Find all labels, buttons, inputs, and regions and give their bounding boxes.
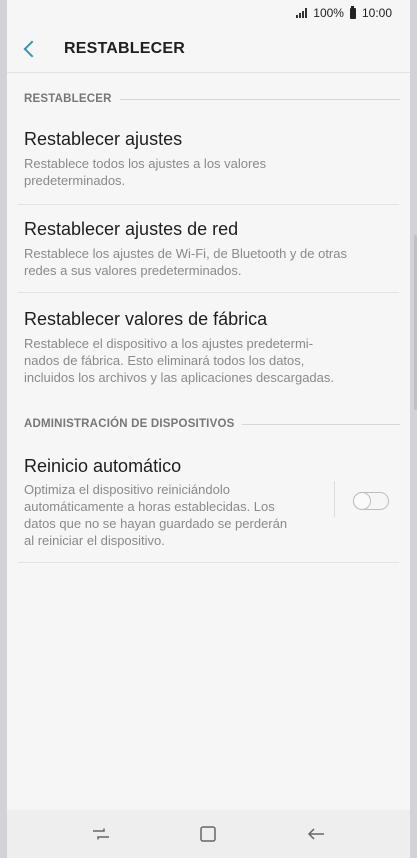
device-edge-left — [0, 0, 7, 858]
desc-line: nados de fábrica. Esto eliminará todos l… — [24, 353, 305, 368]
clock: 10:00 — [361, 6, 392, 20]
navigation-bar — [7, 810, 410, 858]
desc-line: automáticamente a horas establecidas. Lo… — [24, 499, 275, 514]
divider — [18, 204, 399, 205]
item-description: Restablece todos los ajustes a los valor… — [24, 155, 388, 189]
auto-restart-toggle[interactable] — [352, 491, 389, 510]
app-bar: RESTABLECER — [7, 26, 410, 72]
desc-line: Restablece el dispositivo a los ajustes … — [24, 336, 314, 351]
item-title: Restablecer ajustes de red — [24, 219, 239, 239]
signal-icon — [296, 8, 308, 18]
item-title: Restablecer valores de fábrica — [24, 309, 268, 329]
page-title: RESTABLECER — [64, 40, 186, 57]
battery-icon — [349, 5, 356, 19]
desc-line: predeterminados. — [24, 173, 126, 188]
section-header-reset: RESTABLECER — [24, 89, 400, 109]
section-header-line — [242, 423, 400, 425]
item-description: Restablece los ajustes de Wi-Fi, de Blue… — [24, 245, 388, 279]
divider — [18, 562, 399, 563]
reset-network-settings-item[interactable]: Restablecer ajustes de red Restablece lo… — [24, 218, 388, 279]
screen: 100% 10:00 RESTABLECER RESTABLECER Resta… — [7, 0, 410, 858]
factory-reset-item[interactable]: Restablecer valores de fábrica Restablec… — [24, 308, 388, 386]
section-header-label: RESTABLECER — [24, 93, 112, 105]
auto-restart-item[interactable]: Reinicio automático Optimiza el disposit… — [24, 455, 320, 549]
toggle-separator — [334, 481, 335, 517]
desc-line: al reiniciar el dispositivo. — [24, 533, 165, 548]
status-bar: 100% 10:00 — [7, 0, 410, 26]
toggle-knob — [352, 491, 371, 510]
home-icon[interactable] — [188, 819, 228, 849]
desc-line: redes a sus valores predeterminados. — [24, 263, 242, 278]
desc-line: incluidos los archivos y las aplicacione… — [24, 370, 334, 385]
section-header-label: ADMINISTRACIÓN DE DISPOSITIVOS — [24, 418, 235, 430]
desc-line: datos que no se hayan guardado se perder… — [24, 516, 288, 531]
item-title: Restablecer ajustes — [24, 129, 183, 149]
reset-settings-item[interactable]: Restablecer ajustes Restablece todos los… — [24, 128, 388, 189]
chevron-left-icon[interactable] — [23, 40, 41, 58]
back-arrow-icon[interactable] — [296, 819, 336, 849]
item-description: Optimiza el dispositivo reiniciándolo au… — [24, 481, 320, 549]
item-description: Restablece el dispositivo a los ajustes … — [24, 335, 388, 386]
section-header-line — [119, 98, 400, 100]
desc-line: Restablece todos los ajustes a los valor… — [24, 156, 267, 171]
item-title: Reinicio automático — [24, 456, 182, 476]
desc-line: Optimiza el dispositivo reiniciándolo — [24, 482, 230, 497]
device-edge-right — [410, 0, 417, 858]
app-bar-divider — [7, 72, 410, 73]
section-header-device-admin: ADMINISTRACIÓN DE DISPOSITIVOS — [24, 414, 400, 434]
divider — [18, 292, 399, 293]
battery-percent: 100% — [313, 6, 344, 20]
desc-line: Restablece los ajustes de Wi-Fi, de Blue… — [24, 246, 347, 261]
recent-apps-icon[interactable] — [81, 819, 121, 849]
